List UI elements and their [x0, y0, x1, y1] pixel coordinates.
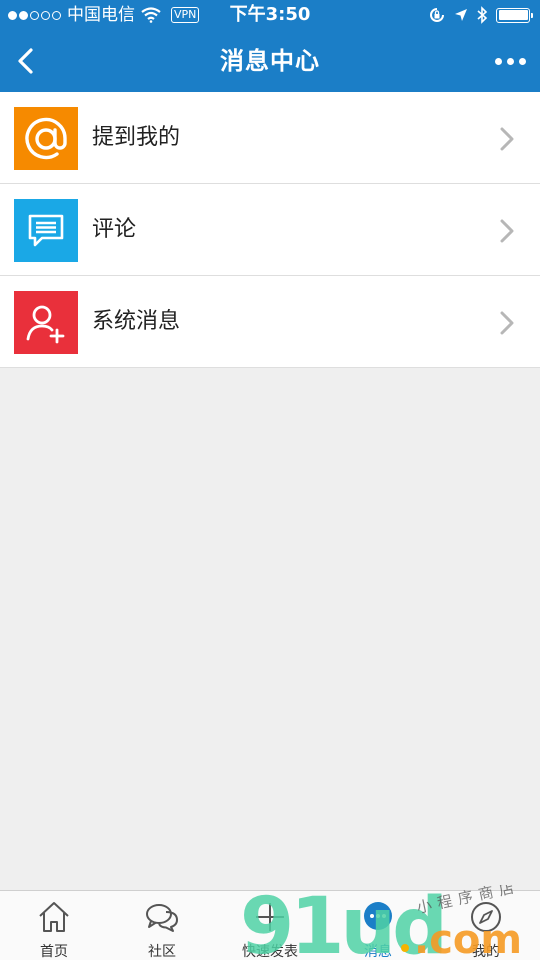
tab-label: 社区 [148, 944, 176, 960]
location-icon [455, 9, 467, 21]
rotation-lock-icon [430, 8, 444, 22]
tab-label: 快速发表 [242, 944, 298, 960]
chevron-right-icon [500, 219, 514, 243]
list-item-label: 提到我的 [92, 125, 181, 150]
list-item-comments[interactable]: 评论 [0, 184, 540, 276]
message-category-list: 提到我的 评论 系统消息 [0, 92, 540, 368]
tab-messages[interactable]: 消息 [324, 891, 432, 960]
tab-label: 消息 [364, 944, 392, 960]
page-title: 消息中心 [220, 47, 320, 75]
more-dots-icon[interactable] [490, 43, 530, 79]
tab-quick-post[interactable]: 快速发表 [216, 891, 324, 960]
bluetooth-icon [477, 6, 488, 24]
bottom-tab-bar: 首页 社区 快速发表 消息 我的 [0, 890, 540, 960]
plus-icon [256, 903, 284, 931]
tab-label: 我的 [472, 944, 500, 960]
list-item-mentions[interactable]: 提到我的 [0, 92, 540, 184]
app-header: 中国电信 VPN 下午3:50 消息中心 [0, 0, 540, 92]
nav-bar: 消息中心 [0, 30, 540, 92]
status-right [428, 0, 533, 30]
tab-me[interactable]: 我的 [432, 891, 540, 960]
battery-icon [496, 7, 533, 23]
home-icon [39, 902, 69, 932]
list-item-label: 评论 [92, 217, 137, 242]
at-icon [14, 107, 78, 170]
status-bar: 中国电信 VPN 下午3:50 [0, 0, 540, 30]
chevron-right-icon [500, 127, 514, 151]
add-user-icon [14, 291, 78, 354]
compass-icon [471, 902, 501, 932]
tab-community[interactable]: 社区 [108, 891, 216, 960]
list-item-label: 系统消息 [92, 309, 181, 334]
chevron-right-icon [500, 311, 514, 335]
comment-icon [14, 199, 78, 262]
list-item-system-messages[interactable]: 系统消息 [0, 276, 540, 368]
message-icon [364, 902, 392, 930]
tab-label: 首页 [40, 944, 68, 960]
chat-bubbles-icon [146, 904, 178, 932]
tab-home[interactable]: 首页 [0, 891, 108, 960]
